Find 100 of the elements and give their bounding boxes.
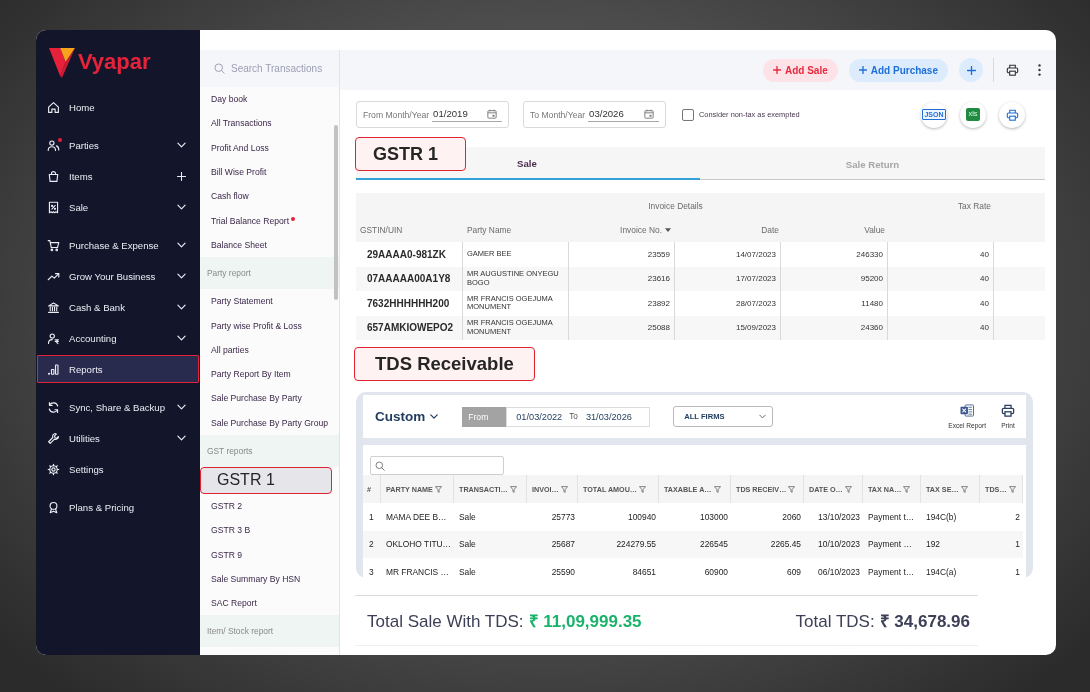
table-cell-text: 25687: [550, 538, 576, 552]
table-cell-text: 103000: [699, 510, 729, 524]
report-menu-item[interactable]: All Transactions: [200, 111, 339, 136]
column-header[interactable]: Party Name: [467, 225, 512, 235]
column-header[interactable]: Invoice No.: [620, 225, 671, 235]
calendar-icon: [644, 108, 654, 119]
table-cell-text: 25773: [550, 510, 576, 524]
report-menu-item[interactable]: Sale Purchase By Party Group: [200, 410, 339, 435]
table-cell-text: MAMA DEE B…: [385, 510, 448, 524]
add-sale-button[interactable]: Add Sale: [762, 58, 838, 82]
chevron-down-icon: [177, 335, 186, 341]
report-menu-item[interactable]: GSTR 1: [200, 466, 332, 494]
period-dropdown[interactable]: Custom: [375, 409, 439, 424]
chevron-down-icon: [177, 242, 186, 248]
report-menu-item[interactable]: Party Statement: [200, 289, 339, 314]
search-field[interactable]: [370, 456, 504, 475]
scrollbar[interactable]: [334, 125, 338, 300]
date-range-field[interactable]: 01/03/2022 To 31/03/2026: [506, 406, 651, 427]
table-cell-text: 609: [786, 566, 802, 578]
print-button[interactable]: [999, 101, 1025, 128]
sidebar-item[interactable]: Home: [37, 93, 199, 121]
table-cell: 40: [888, 242, 994, 267]
column-header[interactable]: Date: [761, 225, 779, 235]
table-cell-text: OKLOHO TITU…: [385, 538, 452, 552]
sidebar-item[interactable]: Utilities: [37, 424, 199, 452]
chevron-down-icon: [177, 304, 186, 310]
printer-icon[interactable]: [1006, 64, 1019, 76]
table-cell-text: 84651: [631, 566, 657, 578]
table-cell: 15/09/2023: [675, 315, 781, 340]
table-cell: 29AAAA0-981ZK: [356, 242, 463, 267]
sidebar-item[interactable]: Cash & Bank: [37, 293, 199, 321]
plus-icon: [858, 66, 867, 74]
add-purchase-button[interactable]: Add Purchase: [848, 58, 948, 82]
add-button[interactable]: [959, 58, 983, 82]
chevron-down-icon: [177, 142, 186, 148]
month-year-field[interactable]: From Month/Year 01/2019: [356, 101, 509, 128]
report-menu-item[interactable]: GSTR 3 B: [200, 518, 339, 543]
total-value: ₹ 11,09,999.35: [528, 611, 642, 632]
sidebar-item[interactable]: Sync, Share & Backup: [37, 393, 199, 421]
column-header[interactable]: GSTIN/UIN: [360, 225, 403, 235]
table-cell-text: Sale: [458, 566, 477, 578]
section-callout: GSTR 1: [355, 137, 466, 171]
report-menu-item[interactable]: Balance Sheet: [200, 232, 339, 258]
chevron-down-icon: [177, 204, 186, 210]
search-icon: [375, 460, 385, 471]
wrench-icon: [47, 431, 60, 445]
table-cell: 246330: [781, 242, 888, 267]
table-cell: 14/07/2023: [675, 242, 781, 267]
sidebar-item[interactable]: Settings: [37, 455, 199, 483]
sidebar-item[interactable]: Grow Your Business: [37, 262, 199, 290]
chevron-down-icon: [430, 414, 439, 419]
table-cell-text: 1: [1014, 566, 1021, 578]
table-cell: 25088: [569, 315, 675, 340]
table-cell: 11480: [781, 291, 888, 316]
table-cell-text: Payment t…: [867, 510, 916, 524]
settings-icon: [47, 462, 60, 476]
chevron-down-icon: [177, 273, 186, 279]
report-menu-item[interactable]: Trial Balance Report: [200, 208, 339, 233]
report-menu-item[interactable]: Bill Wise Profit: [200, 159, 339, 185]
brand-name: Vyapar: [78, 50, 151, 73]
sidebar-item[interactable]: Sale: [37, 193, 199, 221]
table-cell-text: Sale: [458, 538, 477, 552]
report-menu-item[interactable]: Sale Purchase By Party: [200, 386, 339, 411]
table-cell-text: 2: [368, 538, 375, 552]
plus-icon: [177, 171, 186, 181]
report-menu-item[interactable]: Party Report By Item: [200, 361, 339, 387]
sidebar-item[interactable]: Plans & Pricing: [37, 493, 199, 521]
report-menu-item[interactable]: GSTR 2: [200, 493, 339, 519]
bar-chart-icon: [47, 362, 60, 376]
table-cell: 40: [888, 315, 994, 340]
tab[interactable]: Sale: [466, 147, 700, 180]
bank-icon: [47, 300, 60, 314]
plus-icon: [772, 66, 781, 74]
column-header[interactable]: Value: [864, 225, 885, 235]
sidebar-item[interactable]: Purchase & Expense: [37, 231, 199, 259]
report-menu-item[interactable]: Cash flow: [200, 184, 339, 209]
section-callout: TDS Receivable: [354, 347, 535, 381]
table-cell-text: 25590: [550, 566, 576, 578]
people-icon: [47, 138, 60, 152]
report-menu-item[interactable]: SAC Report: [200, 591, 339, 616]
sidebar-item[interactable]: Accounting: [37, 324, 199, 352]
more-icon[interactable]: [1038, 64, 1041, 76]
section-header: Party report: [200, 257, 339, 290]
month-year-field[interactable]: To Month/Year 03/2026: [523, 101, 666, 128]
home-icon: [47, 100, 60, 114]
report-menu-item[interactable]: Day book: [200, 87, 339, 112]
table-cell-text: 10/10/2023: [817, 538, 861, 552]
sidebar-item[interactable]: Items: [37, 162, 199, 190]
report-menu-item[interactable]: Party wise Profit & Loss: [200, 313, 339, 338]
table-cell-text: 06/10/2023: [817, 566, 861, 578]
checkbox[interactable]: [682, 108, 694, 121]
report-menu-item[interactable]: Sale Summary By HSN: [200, 566, 339, 592]
report-menu-item[interactable]: GSTR 9: [200, 542, 339, 567]
table-cell-text: Payment t…: [867, 566, 916, 578]
table-cell: 28/07/2023: [675, 291, 781, 316]
sidebar-item[interactable]: Reports: [37, 355, 199, 383]
cart-icon: [47, 238, 60, 252]
report-menu-item[interactable]: Profit And Loss: [200, 135, 339, 160]
report-menu-item[interactable]: All parties: [200, 337, 339, 362]
sidebar-item[interactable]: Parties: [37, 131, 199, 159]
